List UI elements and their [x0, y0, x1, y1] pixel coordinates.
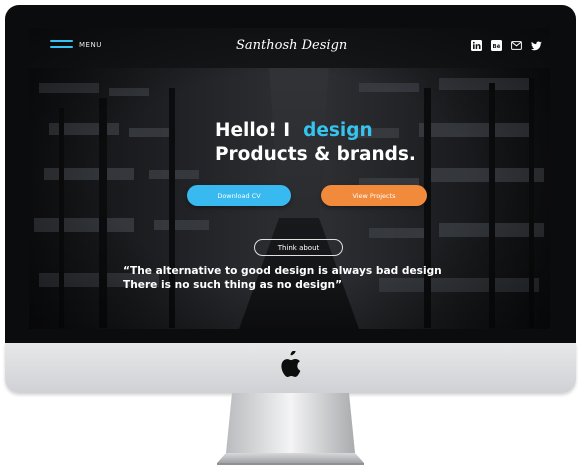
menu-button[interactable]: MENU: [50, 40, 102, 49]
apple-logo-icon: [281, 351, 301, 377]
mail-icon[interactable]: [511, 40, 522, 51]
hero-accent-word: design: [303, 120, 373, 141]
behance-icon[interactable]: Bē: [491, 40, 502, 51]
hero-headline: Hello! I design Products & brands.: [215, 119, 416, 167]
design-quote: “The alternative to good design is alway…: [123, 264, 442, 292]
brand-logo[interactable]: Santhosh Design: [236, 38, 347, 53]
linkedin-icon[interactable]: [471, 40, 482, 51]
hamburger-icon: [50, 40, 73, 49]
website-screen: MENU Santhosh Design Bē Hello! I design …: [29, 28, 550, 329]
download-cv-button[interactable]: Download CV: [187, 185, 291, 206]
twitter-icon[interactable]: [531, 40, 542, 51]
quote-line-1: “The alternative to good design is alway…: [123, 265, 442, 277]
monitor-stand: [217, 393, 364, 465]
think-about-button[interactable]: Think about: [254, 239, 343, 256]
quote-line-2: There is no such thing as no design”: [123, 279, 343, 291]
hero-line-1: Hello! I design: [215, 119, 416, 143]
view-projects-button[interactable]: View Projects: [321, 185, 427, 206]
hero-prefix: Hello! I: [215, 120, 291, 141]
social-links: Bē: [471, 40, 542, 51]
hero-line-2: Products & brands.: [215, 144, 416, 165]
menu-label: MENU: [79, 40, 102, 49]
svg-text:Bē: Bē: [493, 44, 501, 50]
